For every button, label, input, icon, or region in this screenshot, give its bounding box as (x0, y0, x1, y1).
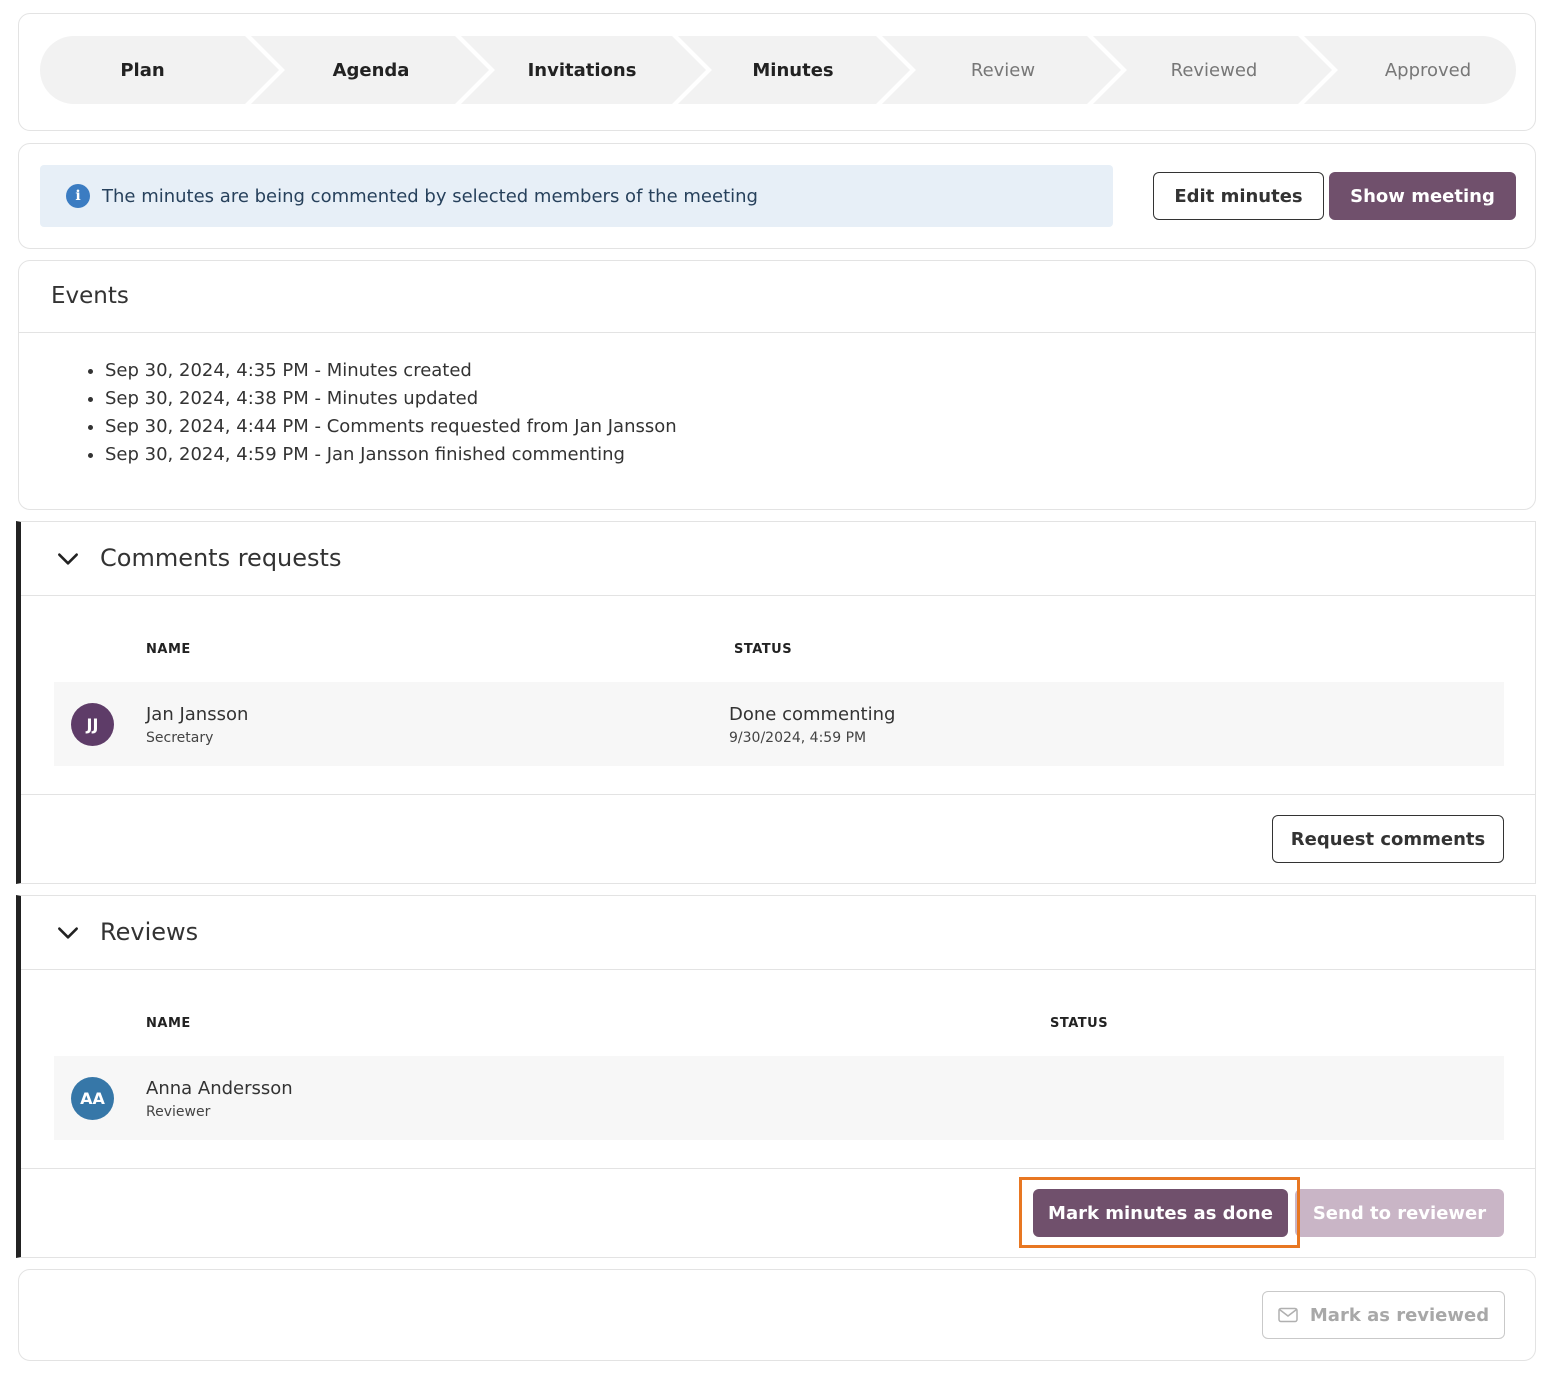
info-icon: i (66, 184, 90, 208)
comments-requests-title: Comments requests (100, 544, 342, 572)
events-title: Events (51, 283, 129, 309)
comments-requests-section: Comments requests NAME STATUS JJ Jan Jan… (16, 521, 1536, 884)
highlight-box (1019, 1177, 1300, 1248)
mark-as-reviewed-button[interactable]: Mark as reviewed (1262, 1291, 1505, 1339)
envelope-icon (1278, 1307, 1298, 1323)
review-actions-card: Mark as reviewed (18, 1269, 1536, 1361)
table-row: AA Anna Andersson Reviewer (54, 1056, 1504, 1140)
step-invitations[interactable]: Invitations (477, 36, 687, 104)
person-name: Jan Jansson (146, 704, 249, 725)
events-list: Sep 30, 2024, 4:35 PM - Minutes created … (105, 357, 677, 469)
column-header-status: STATUS (734, 642, 793, 657)
column-header-name: NAME (146, 1016, 191, 1031)
step-agenda[interactable]: Agenda (265, 36, 477, 104)
comment-status: Done commenting (729, 704, 896, 725)
status-card: i The minutes are being commented by sel… (18, 143, 1536, 249)
person-name: Anna Andersson (146, 1078, 293, 1099)
chevron-down-icon[interactable] (55, 546, 81, 572)
progress-stepper: Plan Agenda Invitations Minutes Review R… (40, 36, 1516, 104)
divider (21, 1168, 1535, 1169)
avatar: AA (71, 1077, 114, 1120)
show-meeting-button[interactable]: Show meeting (1329, 172, 1516, 220)
reviews-section: Reviews NAME STATUS AA Anna Andersson Re… (16, 895, 1536, 1258)
step-review[interactable]: Review (898, 36, 1108, 104)
mark-as-reviewed-label: Mark as reviewed (1309, 1304, 1490, 1326)
step-approved[interactable]: Approved (1320, 36, 1516, 104)
info-message: The minutes are being commented by selec… (102, 185, 758, 207)
event-item: Sep 30, 2024, 4:35 PM - Minutes created (105, 357, 677, 385)
event-item: Sep 30, 2024, 4:59 PM - Jan Jansson fini… (105, 441, 677, 469)
events-card: Events Sep 30, 2024, 4:35 PM - Minutes c… (18, 260, 1536, 510)
avatar: JJ (71, 703, 114, 746)
progress-stepper-card: Plan Agenda Invitations Minutes Review R… (18, 13, 1536, 131)
reviews-header[interactable]: Reviews (21, 896, 1535, 970)
send-to-reviewer-button[interactable]: Send to reviewer (1295, 1189, 1504, 1237)
chevron-down-icon[interactable] (55, 920, 81, 946)
column-header-name: NAME (146, 642, 191, 657)
comments-requests-header[interactable]: Comments requests (21, 522, 1535, 596)
step-reviewed[interactable]: Reviewed (1109, 36, 1319, 104)
step-minutes[interactable]: Minutes (688, 36, 898, 104)
request-comments-button[interactable]: Request comments (1272, 815, 1504, 863)
event-item: Sep 30, 2024, 4:44 PM - Comments request… (105, 413, 677, 441)
comment-status-time: 9/30/2024, 4:59 PM (729, 730, 867, 746)
divider (21, 794, 1535, 795)
info-banner: i The minutes are being commented by sel… (40, 165, 1113, 227)
edit-minutes-button[interactable]: Edit minutes (1153, 172, 1324, 220)
reviews-title: Reviews (100, 918, 199, 946)
column-header-status: STATUS (1050, 1016, 1109, 1031)
event-item: Sep 30, 2024, 4:38 PM - Minutes updated (105, 385, 677, 413)
person-role: Reviewer (146, 1104, 211, 1120)
table-row: JJ Jan Jansson Secretary Done commenting… (54, 682, 1504, 766)
events-header: Events (19, 261, 1535, 333)
person-role: Secretary (146, 730, 214, 746)
step-plan[interactable]: Plan (40, 36, 245, 104)
